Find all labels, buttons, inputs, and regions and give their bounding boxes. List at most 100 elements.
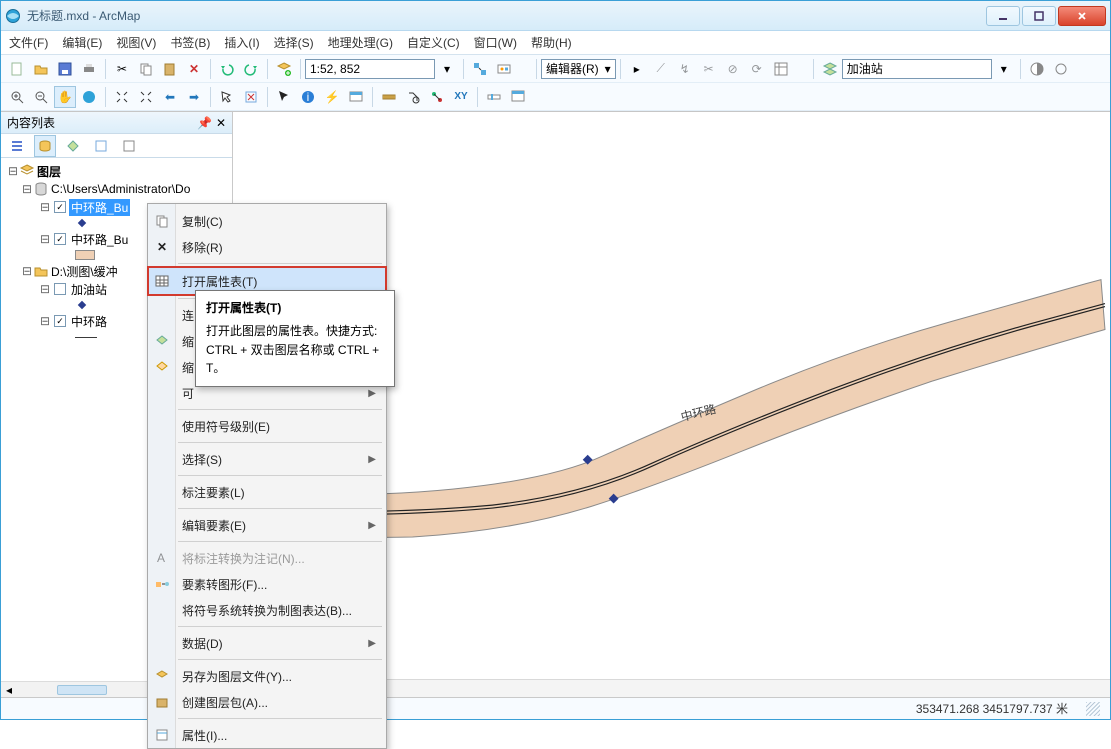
fx-button[interactable]: [1050, 58, 1072, 80]
cut-button[interactable]: ✂: [111, 58, 133, 80]
ctx-symbol-levels[interactable]: 使用符号级别(E): [148, 413, 386, 439]
rotate: ⟳: [746, 58, 768, 80]
close-button[interactable]: [1058, 6, 1106, 26]
ctx-remove[interactable]: ✕ 移除(R): [148, 234, 386, 260]
ctx-symbology-to-rep[interactable]: 将符号系统转换为制图表达(B)...: [148, 597, 386, 623]
print-button[interactable]: [78, 58, 100, 80]
ctx-create-layer-package[interactable]: 创建图层包(A)...: [148, 689, 386, 715]
layer-checkbox[interactable]: ✓: [54, 315, 66, 327]
titlebar[interactable]: 无标题.mxd - ArcMap: [1, 1, 1110, 31]
undo-button[interactable]: [216, 58, 238, 80]
menu-selection[interactable]: 选择(S): [274, 34, 314, 51]
editor-toolbar-btn[interactable]: [469, 58, 491, 80]
create-viewer[interactable]: [507, 86, 529, 108]
layer-checkbox[interactable]: ✓: [54, 233, 66, 245]
list-by-source[interactable]: [34, 135, 56, 157]
hyperlink-button[interactable]: ⚡: [321, 86, 343, 108]
clear-selection[interactable]: [240, 86, 262, 108]
scale-input[interactable]: [305, 59, 435, 79]
prev-extent[interactable]: ⬅: [159, 86, 181, 108]
delete-button[interactable]: ✕: [183, 58, 205, 80]
scale-dropdown[interactable]: ▾: [436, 58, 458, 80]
menu-edit[interactable]: 编辑(E): [62, 34, 102, 51]
menu-help[interactable]: 帮助(H): [531, 34, 572, 51]
zoom-layer-icon: [154, 333, 170, 349]
ctx-edit-features[interactable]: 编辑要素(E)▶: [148, 512, 386, 538]
menu-customize[interactable]: 自定义(C): [407, 34, 460, 51]
properties-icon: [154, 727, 170, 743]
pan-button[interactable]: ✋: [54, 86, 76, 108]
remove-icon: ✕: [154, 239, 170, 255]
layer-checkbox[interactable]: ✓: [54, 201, 66, 213]
save-button[interactable]: [54, 58, 76, 80]
package-icon: [154, 694, 170, 710]
open-button[interactable]: [30, 58, 52, 80]
identify-button[interactable]: i: [297, 86, 319, 108]
ctx-properties[interactable]: 属性(I)...: [148, 722, 386, 748]
toc-pin-icon[interactable]: 📌: [197, 116, 212, 130]
paste-button[interactable]: [159, 58, 181, 80]
list-by-visibility[interactable]: [62, 135, 84, 157]
layer-combo-drop[interactable]: ▾: [993, 58, 1015, 80]
attributes-window[interactable]: [770, 58, 792, 80]
convert-icon: [154, 576, 170, 592]
editor-menu[interactable]: 编辑器(R)▾: [541, 59, 616, 79]
toc-title: 内容列表: [7, 114, 55, 131]
ctx-data[interactable]: 数据(D)▶: [148, 630, 386, 656]
copy-icon: [154, 213, 170, 229]
add-data-button[interactable]: [273, 58, 295, 80]
measure-button[interactable]: [378, 86, 400, 108]
fixed-zoom-in[interactable]: [111, 86, 133, 108]
target-layer-combo[interactable]: [842, 59, 992, 79]
ctx-selection[interactable]: 选择(S)▶: [148, 446, 386, 472]
new-button[interactable]: [6, 58, 28, 80]
select-features[interactable]: [216, 86, 238, 108]
tree-datasource-1[interactable]: ⊟ C:\Users\Administrator\Do: [3, 180, 230, 198]
menu-file[interactable]: 文件(F): [9, 34, 48, 51]
menu-geoprocessing[interactable]: 地理处理(G): [328, 34, 393, 51]
standard-toolbar: ✂ ✕ ▾ 编辑器(R)▾ ▸ ⟋ ↯ ✂ ⊘ ⟳: [1, 55, 1110, 83]
toc-header[interactable]: 内容列表 📌 ✕: [1, 112, 232, 134]
list-by-selection[interactable]: [90, 135, 112, 157]
menu-view[interactable]: 视图(V): [116, 34, 156, 51]
ctx-save-as-layer[interactable]: 另存为图层文件(Y)...: [148, 663, 386, 689]
zoom-in-button[interactable]: [6, 86, 28, 108]
contrast-button[interactable]: [1026, 58, 1048, 80]
toc-close-icon[interactable]: ✕: [216, 116, 226, 130]
time-slider[interactable]: [483, 86, 505, 108]
layer-combo-icon: [819, 58, 841, 80]
menu-bookmarks[interactable]: 书签(B): [170, 34, 210, 51]
find-button[interactable]: [402, 86, 424, 108]
ctx-copy[interactable]: 复制(C): [148, 208, 386, 234]
ctx-label-features[interactable]: 标注要素(L): [148, 479, 386, 505]
maximize-button[interactable]: [1022, 6, 1056, 26]
ctx-features-to-graphics[interactable]: 要素转图形(F)...: [148, 571, 386, 597]
menu-insert[interactable]: 插入(I): [224, 34, 259, 51]
html-popup[interactable]: [345, 86, 367, 108]
layer-checkbox[interactable]: [54, 283, 66, 295]
select-elements[interactable]: [273, 86, 295, 108]
fixed-zoom-out[interactable]: [135, 86, 157, 108]
toolbars: ✂ ✕ ▾ 编辑器(R)▾ ▸ ⟋ ↯ ✂ ⊘ ⟳: [1, 55, 1110, 112]
window-title: 无标题.mxd - ArcMap: [27, 7, 984, 24]
list-by-drawing-order[interactable]: [6, 135, 28, 157]
menu-windows[interactable]: 窗口(W): [474, 34, 517, 51]
go-to-xy[interactable]: XY: [450, 86, 472, 108]
toc-options[interactable]: [118, 135, 140, 157]
edit-tool[interactable]: ▸: [626, 58, 648, 80]
layers-icon: [19, 163, 35, 179]
copy-button[interactable]: [135, 58, 157, 80]
full-extent-button[interactable]: [78, 86, 100, 108]
svg-text:i: i: [307, 90, 310, 104]
zoom-out-button[interactable]: [30, 86, 52, 108]
redo-button[interactable]: [240, 58, 262, 80]
minimize-button[interactable]: [986, 6, 1020, 26]
model-builder-button[interactable]: [493, 58, 515, 80]
tree-root[interactable]: ⊟ 图层: [3, 162, 230, 180]
next-extent[interactable]: ➡: [183, 86, 205, 108]
find-route[interactable]: [426, 86, 448, 108]
ctx-convert-labels: A 将标注转换为注记(N)...: [148, 545, 386, 571]
layer-context-menu: 复制(C) ✕ 移除(R) 打开属性表(T) 连▶ 缩 缩 可▶ 使用符号级别(…: [147, 203, 387, 749]
folder-icon: [33, 263, 49, 279]
svg-text:A: A: [157, 551, 165, 565]
